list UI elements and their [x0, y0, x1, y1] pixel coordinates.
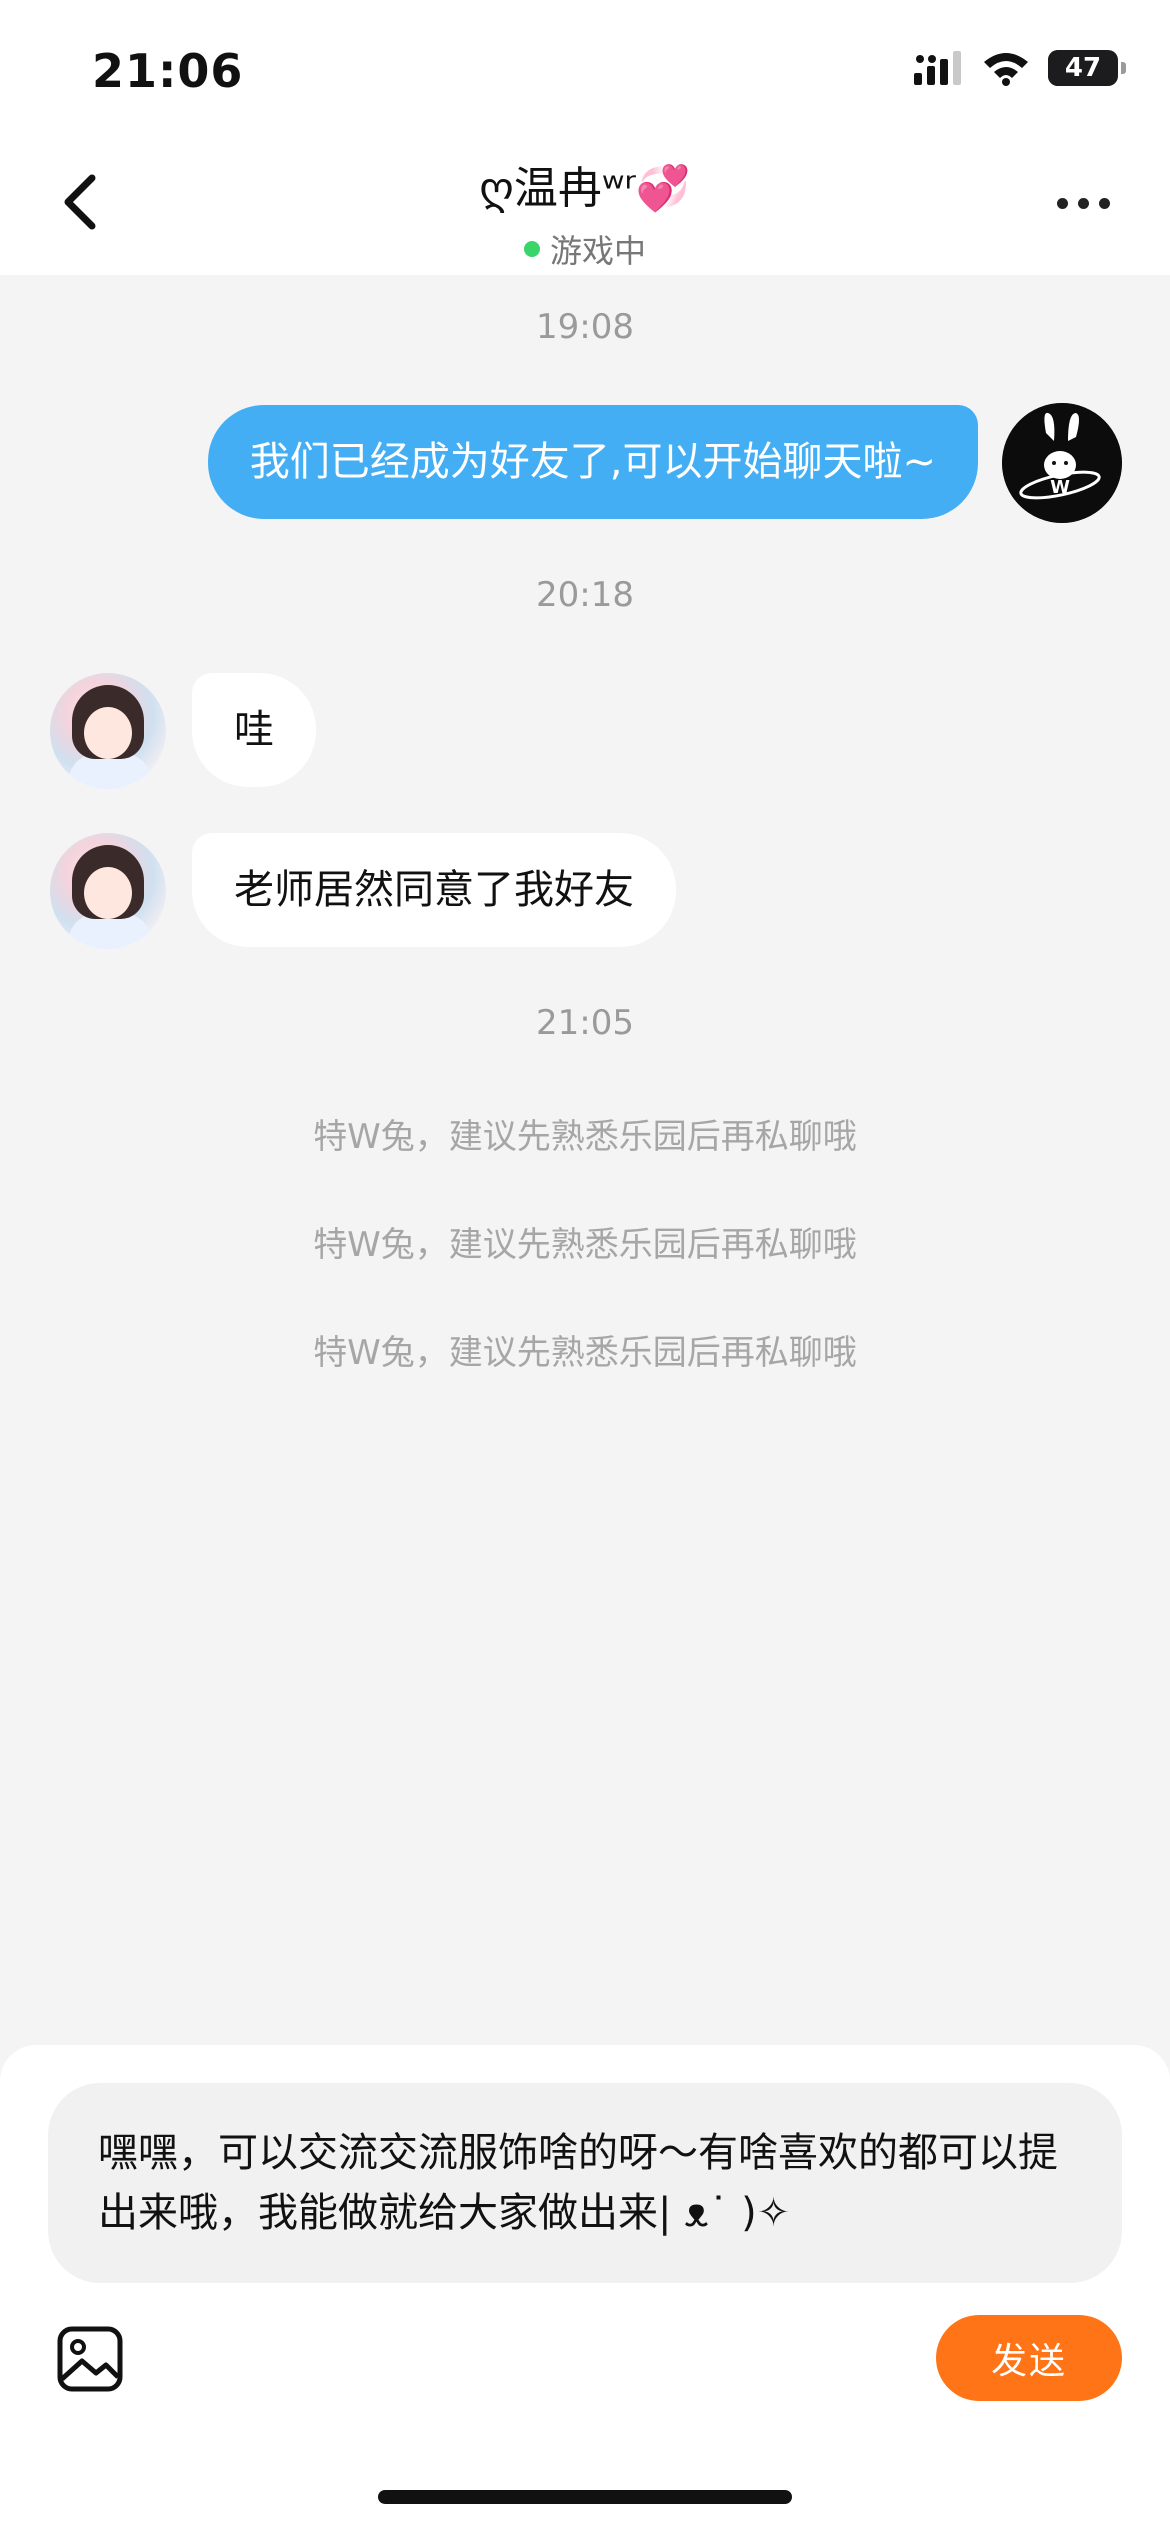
- contact-name[interactable]: ღ温冉ʷʳ💞: [0, 152, 1170, 216]
- signal-icon: [914, 51, 961, 85]
- avatar-contact[interactable]: [50, 833, 166, 949]
- avatar-self[interactable]: W: [1002, 403, 1122, 523]
- timestamp: 21:05: [536, 1003, 634, 1043]
- system-notice: 特W兔，建议先熟悉乐园后再私聊哦: [313, 1225, 857, 1265]
- system-notice: 特W兔，建议先熟悉乐园后再私聊哦: [313, 1117, 857, 1157]
- outgoing-message[interactable]: 我们已经成为好友了,可以开始聊天啦~: [207, 405, 978, 519]
- chat-area[interactable]: 19:08 我们已经成为好友了,可以开始聊天啦~ W 20:18 哇 老师居然同…: [0, 275, 1170, 2045]
- status-icons: 47: [914, 50, 1126, 86]
- system-notice: 特W兔，建议先熟悉乐园后再私聊哦: [313, 1333, 857, 1373]
- avatar-contact[interactable]: [50, 673, 166, 789]
- online-dot-icon: [523, 241, 540, 257]
- composer: 嘿嘿，可以交流交流服饰啥的呀～有啥喜欢的都可以提出来哦，我能做就给大家做出来| …: [0, 2045, 1170, 2532]
- contact-status-text: 游戏中: [549, 232, 646, 270]
- send-button[interactable]: 发送: [936, 2315, 1122, 2401]
- heart-emoji-icon: 💞: [635, 163, 691, 214]
- wifi-icon: [984, 53, 1028, 86]
- status-bar: 21:06 47: [0, 0, 1170, 140]
- rabbit-avatar-icon: W: [1002, 403, 1122, 523]
- contact-status: 游戏中: [0, 226, 1170, 272]
- incoming-message[interactable]: 哇: [192, 673, 316, 787]
- incoming-message[interactable]: 老师居然同意了我好友: [192, 833, 676, 947]
- chat-header: ღ温冉ʷʳ💞 游戏中: [0, 152, 1170, 272]
- image-icon[interactable]: [56, 2325, 124, 2393]
- status-time: 21:06: [92, 44, 244, 98]
- message-input[interactable]: 嘿嘿，可以交流交流服饰啥的呀～有啥喜欢的都可以提出来哦，我能做就给大家做出来| …: [48, 2083, 1122, 2283]
- more-horizontal-icon[interactable]: [1057, 198, 1110, 209]
- timestamp: 20:18: [536, 575, 634, 615]
- nav-bar: ღ温冉ʷʳ💞 游戏中: [0, 140, 1170, 275]
- home-indicator[interactable]: [378, 2490, 792, 2504]
- battery-icon: 47: [1048, 50, 1126, 86]
- contact-name-text: ღ温冉ʷʳ: [479, 163, 636, 214]
- battery-percent: 47: [1064, 53, 1102, 83]
- svg-text:W: W: [1050, 477, 1070, 498]
- timestamp: 19:08: [536, 307, 634, 347]
